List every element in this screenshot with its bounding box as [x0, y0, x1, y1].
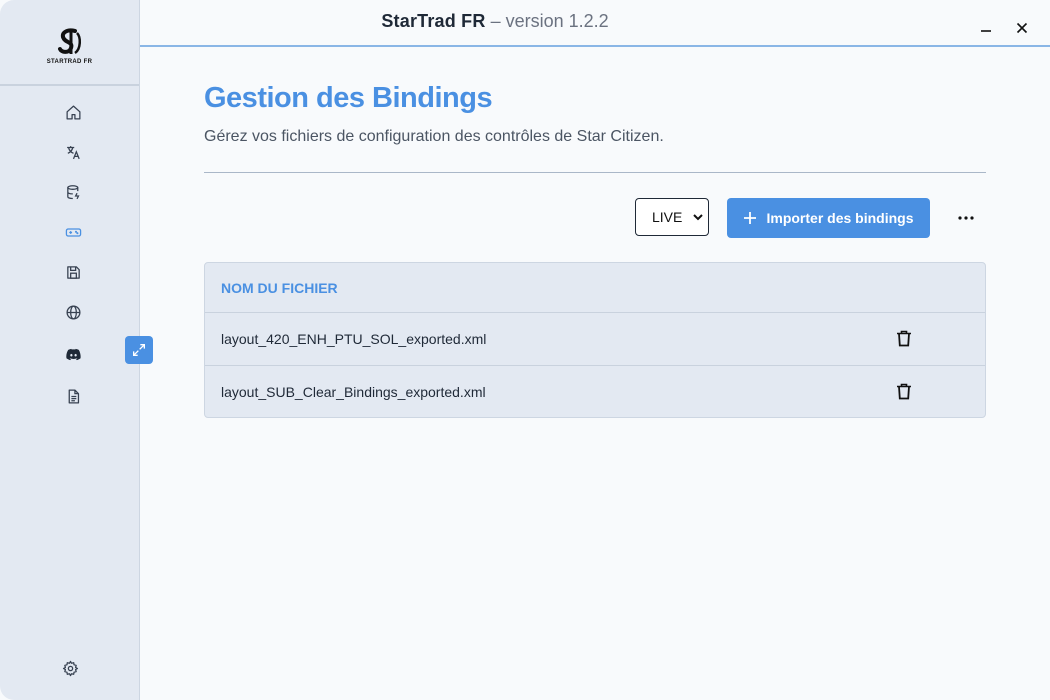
page-subtitle: Gérez vos fichiers de configuration des …	[204, 128, 664, 145]
sidebar-item-settings[interactable]	[60, 658, 80, 678]
sidebar-item-discord[interactable]	[63, 344, 83, 364]
environment-select[interactable]: LIVE	[635, 198, 709, 236]
more-icon	[958, 216, 974, 220]
trash-icon	[897, 330, 911, 346]
delete-button[interactable]	[895, 329, 913, 347]
plus-icon	[744, 212, 757, 224]
filename-cell: layout_420_ENH_PTU_SOL_exported.xml	[221, 331, 487, 347]
import-bindings-label: Importer des bindings	[766, 210, 914, 226]
home-icon	[65, 104, 81, 120]
app-version: – version 1.2.2	[490, 11, 609, 31]
sidebar-item-database[interactable]	[63, 182, 83, 202]
globe-icon	[65, 304, 81, 320]
app-name: StarTrad FR	[381, 11, 486, 31]
import-bindings-button[interactable]: Importer des bindings	[727, 198, 930, 238]
app-window: STARTRAD FR StarTrad FR – version 1.2.2 …	[0, 0, 1050, 700]
document-icon	[68, 388, 79, 404]
sidebar-item-translate[interactable]	[63, 142, 83, 162]
save-icon	[66, 265, 80, 279]
sidebar-item-save[interactable]	[63, 262, 83, 282]
window-title: StarTrad FR – version 1.2.2	[140, 11, 850, 32]
delete-button[interactable]	[895, 382, 913, 400]
startrad-logo	[55, 27, 85, 57]
more-options-button[interactable]	[954, 206, 978, 230]
expand-sidebar-button[interactable]	[125, 336, 153, 364]
gamepad-icon	[65, 227, 81, 237]
sidebar-item-logs[interactable]	[63, 386, 83, 406]
minimize-button[interactable]	[976, 18, 996, 38]
close-icon	[1016, 22, 1028, 34]
database-icon	[66, 184, 79, 199]
discord-icon	[65, 348, 81, 360]
gear-icon	[62, 660, 78, 676]
minimize-icon	[981, 30, 991, 32]
translate-icon	[66, 145, 80, 159]
logo-text: STARTRAD FR	[46, 59, 93, 65]
bindings-table: NOM DU FICHIER layout_420_ENH_PTU_SOL_ex…	[204, 262, 986, 418]
environment-select-value: LIVE	[652, 209, 683, 225]
expand-icon	[133, 344, 145, 356]
table-header: NOM DU FICHIER	[205, 263, 985, 313]
sidebar-item-web[interactable]	[63, 302, 83, 322]
filename-cell: layout_SUB_Clear_Bindings_exported.xml	[221, 384, 486, 400]
sidebar-item-bindings[interactable]	[63, 222, 83, 242]
logo-area: STARTRAD FR	[0, 0, 139, 86]
sidebar: STARTRAD FR	[0, 0, 140, 700]
chevron-down-icon	[693, 214, 703, 221]
table-row[interactable]: layout_SUB_Clear_Bindings_exported.xml	[205, 365, 985, 418]
title-bar: StarTrad FR – version 1.2.2	[140, 0, 1050, 47]
divider	[204, 172, 986, 173]
table-row[interactable]: layout_420_ENH_PTU_SOL_exported.xml	[205, 313, 985, 365]
trash-icon	[897, 383, 911, 399]
sidebar-item-home[interactable]	[63, 102, 83, 122]
page-title: Gestion des Bindings	[204, 82, 493, 114]
close-button[interactable]	[1012, 18, 1032, 38]
